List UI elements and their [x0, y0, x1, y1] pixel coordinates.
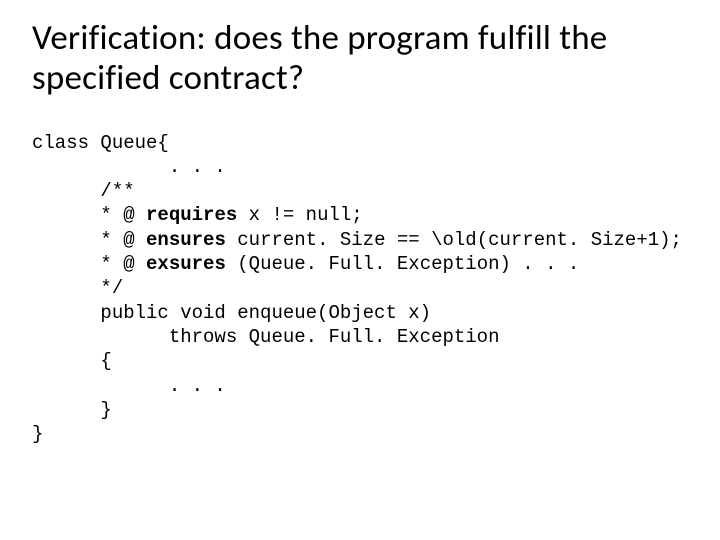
code-line: /**: [32, 180, 135, 202]
code-line: }: [32, 399, 112, 421]
code-line: current. Size == \old(current. Size+1);: [226, 229, 682, 251]
slide: Verification: does the program fulfill t…: [0, 0, 720, 540]
keyword-exsures: exsures: [146, 253, 226, 275]
code-line: * @: [32, 253, 146, 275]
code-line: * @: [32, 229, 146, 251]
code-line: * @: [32, 204, 146, 226]
keyword-ensures: ensures: [146, 229, 226, 251]
code-block: class Queue{ . . . /** * @ requires x !=…: [32, 131, 688, 447]
code-line: public void enqueue(Object x): [32, 302, 431, 324]
slide-title: Verification: does the program fulfill t…: [32, 18, 688, 99]
code-line: . . .: [32, 156, 226, 178]
code-line: throws Queue. Full. Exception: [32, 326, 499, 348]
code-line: {: [32, 350, 112, 372]
code-line: */: [32, 277, 123, 299]
code-line: }: [32, 423, 43, 445]
code-line: (Queue. Full. Exception) . . .: [226, 253, 579, 275]
code-line: . . .: [32, 375, 226, 397]
code-line: class Queue{: [32, 132, 169, 154]
keyword-requires: requires: [146, 204, 237, 226]
code-line: x != null;: [237, 204, 362, 226]
